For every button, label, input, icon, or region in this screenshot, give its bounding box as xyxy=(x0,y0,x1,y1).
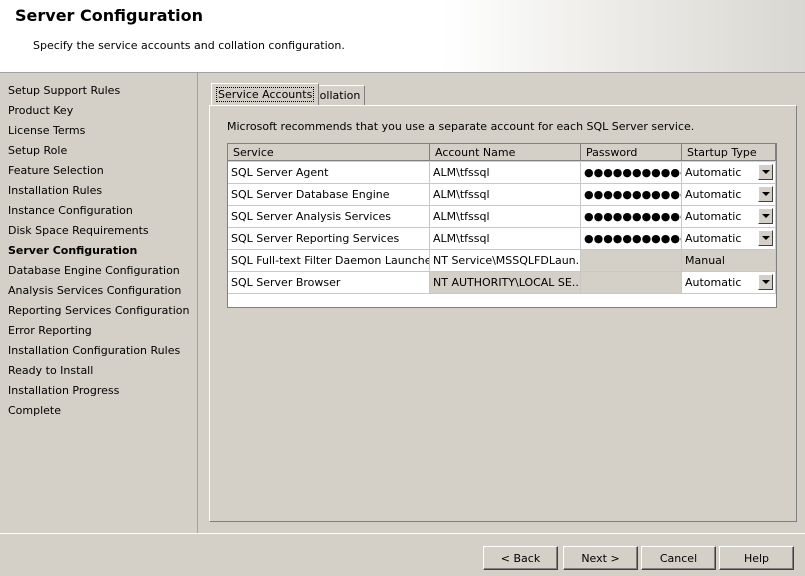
service-text: SQL Server Database Engine xyxy=(231,188,390,201)
account-name-cell[interactable]: ALM\tfssql xyxy=(430,184,581,206)
service-cell: SQL Full-text Filter Daemon Launcher xyxy=(228,250,430,272)
sidebar-item-setup-role[interactable]: Setup Role xyxy=(8,142,67,160)
table-row[interactable]: SQL Server Agent ALM\tfssql ●●●●●●●●●●●● Au… xyxy=(228,162,776,184)
table-row[interactable]: SQL Server Browser NT AUTHORITY\LOCAL SE.… xyxy=(228,272,776,294)
service-text: SQL Server Analysis Services xyxy=(231,210,392,223)
wizard-steps-nav: Setup Support Rules Product Key License Te… xyxy=(0,73,198,533)
table-row[interactable]: SQL Server Analysis Services ALM\tfssql ●●… xyxy=(228,206,776,228)
account-name-text: NT Service\MSSQLFDLaun... xyxy=(433,254,581,267)
startup-type-cell[interactable]: Automatic xyxy=(682,228,776,250)
account-name-text: ALM\tfssql xyxy=(433,188,490,201)
sidebar-item-installation-rules[interactable]: Installation Rules xyxy=(8,182,102,200)
password-cell xyxy=(581,272,682,294)
service-text: SQL Server Agent xyxy=(231,166,329,179)
startup-type-cell[interactable]: Automatic xyxy=(682,272,776,294)
startup-type-cell[interactable]: Automatic xyxy=(682,184,776,206)
page-subtitle: Specify the service accounts and collati… xyxy=(33,39,345,52)
startup-type-text: Automatic xyxy=(685,188,742,201)
help-button[interactable]: Help xyxy=(719,546,794,570)
service-accounts-grid: Service Account Name Password Startup Ty… xyxy=(227,143,777,308)
service-cell: SQL Server Browser xyxy=(228,272,430,294)
password-cell[interactable]: ●●●●●●●●●●●● xyxy=(581,206,682,228)
next-button[interactable]: Next > xyxy=(563,546,638,570)
sidebar-item-database-engine-configuration[interactable]: Database Engine Configuration xyxy=(8,262,180,280)
sidebar-item-feature-selection[interactable]: Feature Selection xyxy=(8,162,104,180)
startup-type-text: Manual xyxy=(685,254,725,267)
sidebar-item-disk-space-requirements[interactable]: Disk Space Requirements xyxy=(8,222,149,240)
account-name-cell[interactable]: NT Service\MSSQLFDLaun... xyxy=(430,250,581,272)
password-text: ●●●●●●●●●●●● xyxy=(584,166,681,179)
password-text: ●●●●●●●●●●●● xyxy=(584,210,681,223)
sidebar-item-instance-configuration[interactable]: Instance Configuration xyxy=(8,202,133,220)
tab-service-accounts-label: Service Accounts xyxy=(216,87,315,102)
service-cell: SQL Server Reporting Services xyxy=(228,228,430,250)
startup-type-text: Automatic xyxy=(685,232,742,245)
service-cell: SQL Server Agent xyxy=(228,162,430,184)
account-name-cell[interactable]: ALM\tfssql xyxy=(430,228,581,250)
account-name-text: NT AUTHORITY\LOCAL SE... xyxy=(433,276,581,289)
sidebar-item-reporting-services-configuration[interactable]: Reporting Services Configuration xyxy=(8,302,189,320)
startup-type-cell: Manual xyxy=(682,250,776,272)
sidebar-item-installation-progress[interactable]: Installation Progress xyxy=(8,382,119,400)
account-name-text: ALM\tfssql xyxy=(433,232,490,245)
service-cell: SQL Server Database Engine xyxy=(228,184,430,206)
sidebar-item-analysis-services-configuration[interactable]: Analysis Services Configuration xyxy=(8,282,181,300)
chevron-down-icon[interactable] xyxy=(758,274,773,290)
table-row[interactable]: SQL Server Reporting Services ALM\tfssql ●… xyxy=(228,228,776,250)
service-text: SQL Full-text Filter Daemon Launcher xyxy=(231,254,430,267)
sidebar-item-installation-configuration-rules[interactable]: Installation Configuration Rules xyxy=(8,342,180,360)
tab-service-accounts[interactable]: Service Accounts xyxy=(211,83,320,105)
chevron-down-icon[interactable] xyxy=(758,186,773,202)
startup-type-text: Automatic xyxy=(685,276,742,289)
sidebar-item-server-configuration[interactable]: Server Configuration xyxy=(8,242,137,260)
startup-type-text: Automatic xyxy=(685,210,742,223)
service-cell: SQL Server Analysis Services xyxy=(228,206,430,228)
account-name-cell: NT AUTHORITY\LOCAL SE... xyxy=(430,272,581,294)
service-text: SQL Server Reporting Services xyxy=(231,232,400,245)
password-text: ●●●●●●●●●●●● xyxy=(584,232,681,245)
password-cell[interactable]: ●●●●●●●●●●●● xyxy=(581,162,682,184)
account-name-text: ALM\tfssql xyxy=(433,166,490,179)
sidebar-item-product-key[interactable]: Product Key xyxy=(8,102,73,120)
account-name-cell[interactable]: ALM\tfssql xyxy=(430,206,581,228)
table-row[interactable]: SQL Server Database Engine ALM\tfssql ●●●●… xyxy=(228,184,776,206)
password-cell xyxy=(581,250,682,272)
grid-header: Service Account Name Password Startup Ty… xyxy=(228,144,776,162)
sidebar-item-ready-to-install[interactable]: Ready to Install xyxy=(8,362,93,380)
startup-type-cell[interactable]: Automatic xyxy=(682,162,776,184)
cancel-button[interactable]: Cancel xyxy=(641,546,716,570)
column-header-account-name[interactable]: Account Name xyxy=(430,144,581,161)
footer-divider xyxy=(0,533,805,534)
startup-type-cell[interactable]: Automatic xyxy=(682,206,776,228)
column-header-startup-type[interactable]: Startup Type xyxy=(682,144,776,161)
chevron-down-icon[interactable] xyxy=(758,230,773,246)
back-button[interactable]: < Back xyxy=(483,546,558,570)
recommendation-text: Microsoft recommends that you use a sepa… xyxy=(227,120,695,133)
startup-type-text: Automatic xyxy=(685,166,742,179)
header-banner: Server Configuration Specify the service… xyxy=(0,0,805,73)
chevron-down-icon[interactable] xyxy=(758,164,773,180)
sidebar-item-error-reporting[interactable]: Error Reporting xyxy=(8,322,92,340)
sidebar-item-license-terms[interactable]: License Terms xyxy=(8,122,85,140)
chevron-down-icon[interactable] xyxy=(758,208,773,224)
password-cell[interactable]: ●●●●●●●●●●●● xyxy=(581,228,682,250)
page-title: Server Configuration xyxy=(15,6,204,25)
column-header-service[interactable]: Service xyxy=(228,144,430,161)
password-cell[interactable]: ●●●●●●●●●●●● xyxy=(581,184,682,206)
table-row[interactable]: SQL Full-text Filter Daemon Launcher NT S… xyxy=(228,250,776,272)
sidebar-item-setup-support-rules[interactable]: Setup Support Rules xyxy=(8,82,120,100)
service-text: SQL Server Browser xyxy=(231,276,341,289)
password-text: ●●●●●●●●●●●● xyxy=(584,188,681,201)
account-name-text: ALM\tfssql xyxy=(433,210,490,223)
column-header-password[interactable]: Password xyxy=(581,144,682,161)
sidebar-item-complete[interactable]: Complete xyxy=(8,402,61,420)
account-name-cell[interactable]: ALM\tfssql xyxy=(430,162,581,184)
